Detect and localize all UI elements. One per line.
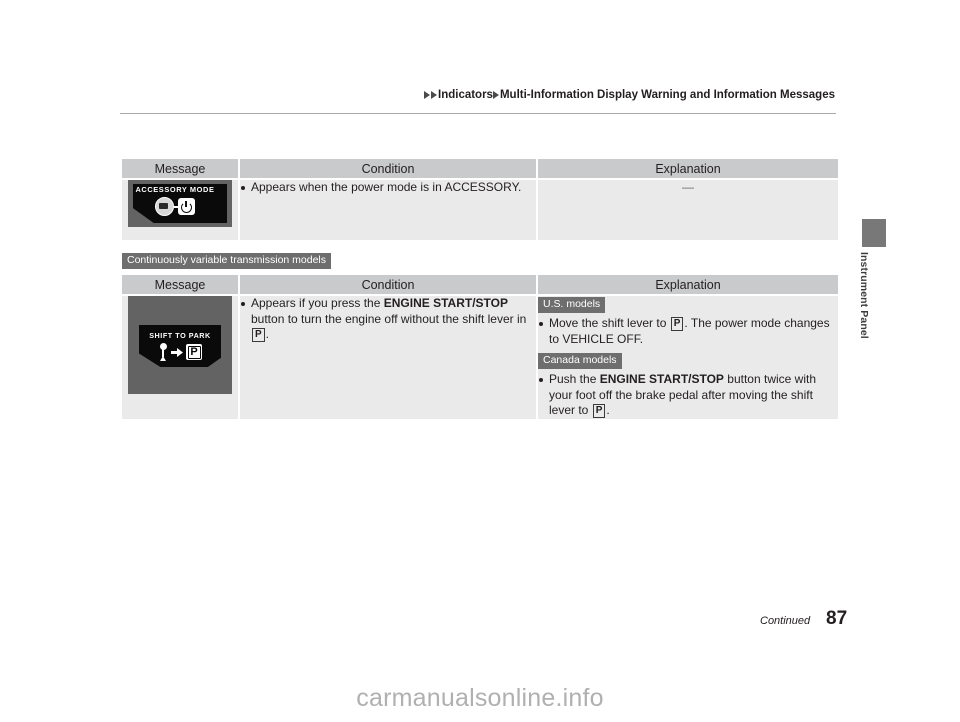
explanation-bullet: Push the ENGINE START/STOP button twice …	[538, 372, 838, 419]
table-header-row: Message Condition Explanation	[122, 275, 838, 294]
watermark: carmanualsonline.info	[356, 684, 604, 712]
indicator-shape: SHIFT TO PARK P	[139, 325, 221, 367]
condition-cell: Appears if you press the ENGINE START/ST…	[240, 296, 536, 419]
table-header-row: Message Condition Explanation	[122, 159, 838, 178]
column-header-message: Message	[122, 275, 238, 294]
explanation-text-c: .	[606, 403, 610, 417]
badge-canada-models: Canada models	[538, 353, 622, 369]
shift-to-park-indicator-icon: SHIFT TO PARK P	[128, 296, 232, 394]
condition-bullet: Appears when the power mode is in ACCESS…	[240, 180, 536, 196]
power-icon	[178, 198, 195, 215]
section-badge-cvt: Continuously variable transmission model…	[122, 253, 332, 269]
table-row: ACCESSORY MODE Appears when the power mo…	[122, 180, 838, 240]
shift-to-park-glyph-row: P	[139, 343, 221, 363]
column-header-condition: Condition	[240, 159, 536, 178]
breadcrumb: Indicators Multi-Information Display Warn…	[120, 89, 835, 101]
breadcrumb-item-current: Multi-Information Display Warning and In…	[499, 89, 835, 101]
explanation-cell: —	[538, 180, 838, 240]
table-row: SHIFT TO PARK P Appears if you press the…	[122, 296, 838, 419]
breadcrumb-triangle-icon	[492, 90, 499, 99]
explanation-bullet: Move the shift lever to P. The power mod…	[538, 316, 838, 347]
explanation-cell: U.S. models Move the shift lever to P. T…	[538, 296, 838, 419]
explanation-bold-a: ENGINE START/STOP	[599, 372, 724, 386]
condition-text-b: button to turn the engine off without th…	[251, 311, 527, 326]
accessory-mode-glyph-row	[128, 197, 222, 216]
condition-text-a: Appears if you press the	[251, 296, 384, 310]
accessory-mode-label: ACCESSORY MODE	[135, 185, 215, 194]
message-table-shift-to-park: Message Condition Explanation SHIFT TO P…	[120, 273, 840, 421]
continued-label: Continued	[760, 615, 811, 627]
message-cell: ACCESSORY MODE	[122, 180, 238, 240]
condition-text-c: .	[265, 327, 270, 341]
breadcrumb-triangle-icon	[431, 90, 437, 99]
side-tab-label: Instrument Panel	[858, 252, 870, 339]
explanation-text-a: Push the	[549, 372, 600, 386]
column-header-condition: Condition	[240, 275, 536, 294]
explanation-group-us: U.S. models Move the shift lever to P. T…	[538, 296, 838, 347]
park-glyph: P	[592, 404, 606, 418]
shift-lever-icon	[158, 343, 168, 361]
condition-bold-a: ENGINE START/STOP	[383, 296, 508, 310]
park-glyph: P	[252, 328, 265, 342]
arrow-right-icon	[171, 347, 183, 357]
breadcrumb-item-indicators[interactable]: Indicators	[438, 89, 493, 101]
side-tab-marker	[862, 219, 886, 247]
column-header-explanation: Explanation	[538, 159, 838, 178]
condition-bullet: Appears if you press the ENGINE START/ST…	[240, 296, 536, 343]
engine-start-button-icon	[155, 197, 174, 216]
park-p-icon: P	[186, 344, 202, 360]
page-number: 87	[826, 608, 848, 629]
column-header-message: Message	[122, 159, 238, 178]
shift-to-park-label: SHIFT TO PARK	[149, 331, 211, 340]
message-cell: SHIFT TO PARK P	[122, 296, 238, 419]
condition-cell: Appears when the power mode is in ACCESS…	[240, 180, 536, 240]
explanation-text-a: Move the shift lever to	[549, 316, 670, 330]
breadcrumb-triangle-icon	[424, 90, 430, 99]
column-header-explanation: Explanation	[538, 275, 838, 294]
header-divider	[120, 113, 836, 114]
explanation-group-canada: Canada models Push the ENGINE START/STOP…	[538, 352, 838, 419]
message-table-accessory: Message Condition Explanation ACCESSORY …	[120, 157, 840, 242]
accessory-mode-indicator-icon: ACCESSORY MODE	[128, 180, 232, 227]
park-glyph: P	[670, 317, 684, 331]
badge-us-models: U.S. models	[538, 297, 606, 313]
